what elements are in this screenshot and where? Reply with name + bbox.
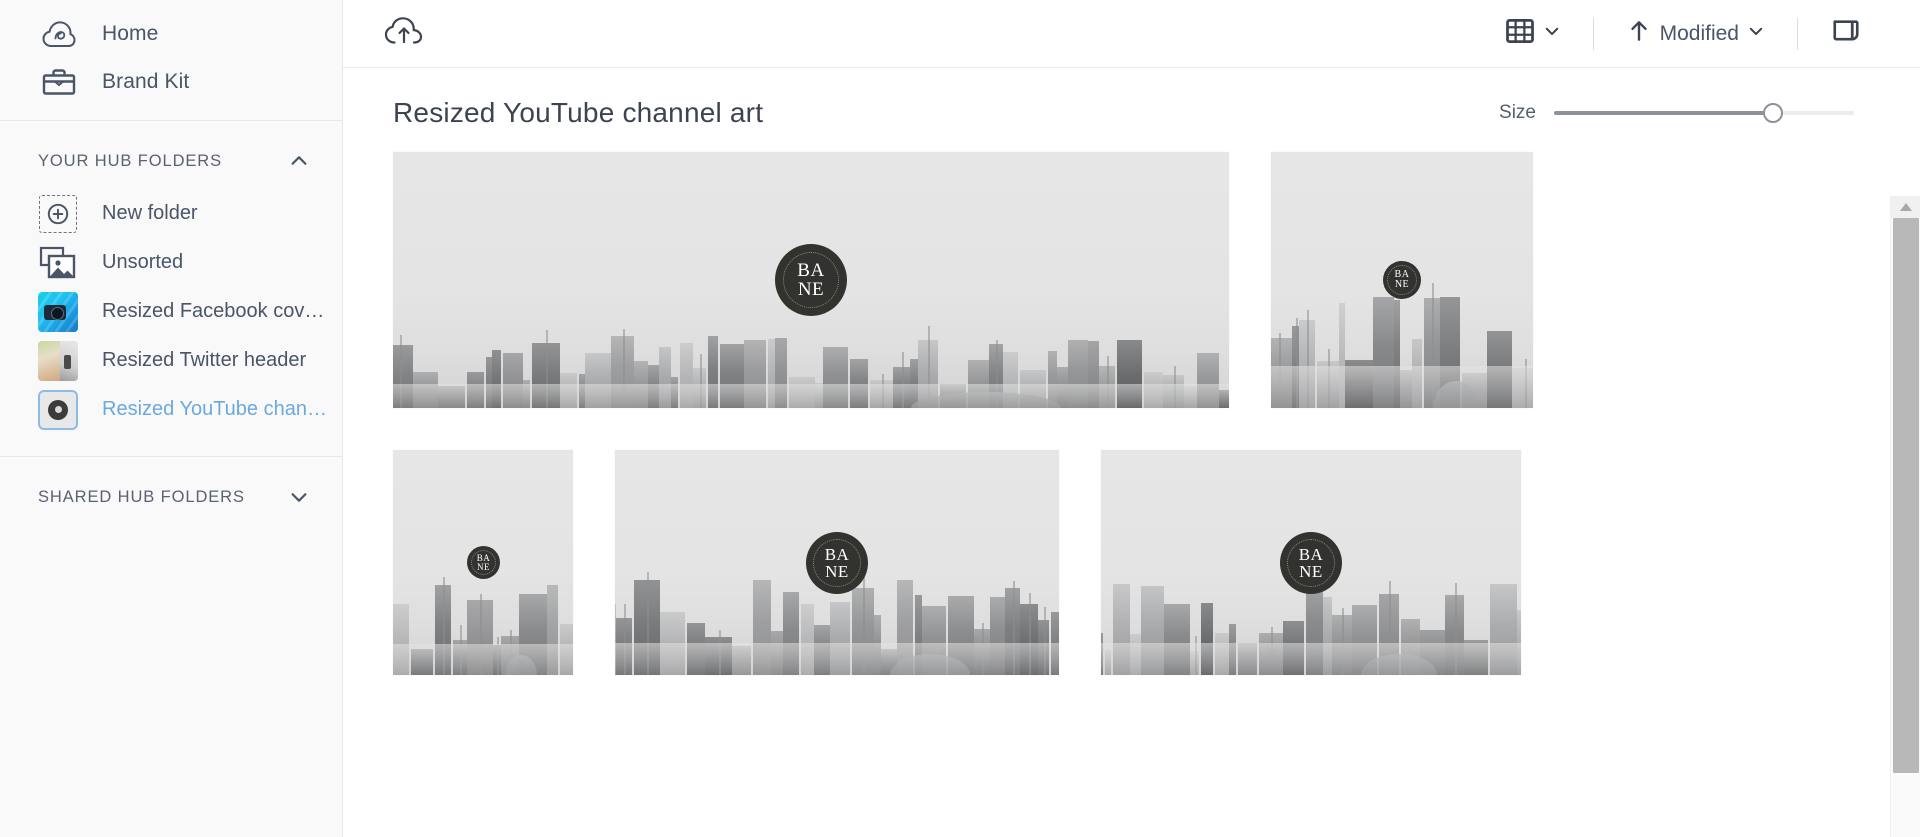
arrow-up-icon[interactable]: [1626, 16, 1652, 51]
bane-logo: BA NE: [1280, 532, 1342, 594]
size-slider[interactable]: [1554, 103, 1854, 123]
sort-label: Modified: [1659, 21, 1739, 45]
folder-list: New folder Unsorted Resized Facebook cov…: [0, 179, 342, 434]
logo-line-2: NE: [1299, 562, 1323, 581]
folder-label: Resized YouTube channel art: [102, 398, 332, 420]
chevron-down-icon: [1543, 22, 1561, 45]
folder-thumbnail-facebook: [38, 291, 78, 332]
sidebar-item-home[interactable]: Home: [0, 10, 342, 58]
details-panel-button[interactable]: [1824, 12, 1868, 55]
photo-skyline: [1101, 580, 1521, 675]
chevron-down-icon: [1747, 22, 1765, 45]
logo-line-1: BA: [1298, 545, 1324, 564]
scrollbar-thumb[interactable]: [1893, 218, 1919, 773]
size-control: Size: [1499, 102, 1868, 124]
asset-card[interactable]: BA NE: [615, 450, 1059, 675]
sidebar: Home Brand Kit YOUR HUB FOLDERS New fold…: [0, 0, 343, 837]
page-title: Resized YouTube channel art: [393, 97, 764, 128]
asset-card[interactable]: BA NE: [393, 450, 573, 675]
your-hub-folders-section: YOUR HUB FOLDERS New folder Unsorted Res…: [0, 121, 342, 457]
bane-logo: BA NE: [467, 546, 500, 579]
sidebar-item-brand-kit[interactable]: Brand Kit: [0, 58, 342, 106]
content-header: Resized YouTube channel art Size: [343, 80, 1920, 146]
scroll-up-arrow-icon[interactable]: [1891, 196, 1920, 218]
sort-button[interactable]: Modified: [1620, 12, 1771, 55]
sidebar-item-resized-youtube-channel-art[interactable]: Resized YouTube channel art: [0, 385, 342, 434]
bane-logo: BA NE: [1383, 261, 1421, 299]
logo-line-2: NE: [797, 279, 825, 300]
sidebar-item-label: Home: [102, 22, 159, 45]
main-area: Modified Resized YouTube channel art Siz…: [343, 0, 1920, 837]
photo-skyline: [1271, 283, 1533, 408]
vertical-scrollbar[interactable]: [1890, 196, 1920, 837]
slider-knob[interactable]: [1763, 103, 1783, 123]
bane-logo: BA NE: [806, 532, 868, 594]
images-icon: [38, 243, 78, 283]
photo-skyline: [615, 572, 1059, 675]
toolbar-divider: [1592, 17, 1594, 50]
view-mode-button[interactable]: [1499, 12, 1567, 55]
asset-grid-row: BA NE BA NE BA NE: [393, 450, 1920, 675]
home-cloud-icon: [40, 15, 78, 53]
toolbar-right: Modified: [1499, 12, 1868, 55]
content-area: Resized YouTube channel art Size BA NE BA…: [343, 68, 1920, 837]
size-label: Size: [1499, 102, 1536, 123]
folder-thumbnail-youtube: [38, 389, 78, 430]
photo-skyline: [393, 577, 573, 675]
your-hub-folders-title: YOUR HUB FOLDERS: [38, 151, 223, 170]
photo-skyline: [393, 326, 1229, 408]
shared-hub-folders-section: SHARED HUB FOLDERS: [0, 457, 342, 515]
asset-card[interactable]: BA NE: [1101, 450, 1521, 675]
upload-button[interactable]: [377, 9, 431, 58]
slider-fill: [1554, 111, 1773, 115]
sidebar-item-label: Brand Kit: [102, 70, 190, 93]
folder-label: Resized Twitter header: [102, 349, 307, 371]
sidebar-primary-nav: Home Brand Kit: [0, 0, 342, 121]
cloud-upload-icon: [383, 13, 425, 54]
asset-card[interactable]: BA NE: [1271, 152, 1533, 408]
chevron-down-icon[interactable]: [288, 486, 310, 508]
toolbar-divider: [1797, 17, 1798, 50]
details-panel-icon: [1830, 16, 1862, 51]
folder-label: Resized Facebook cover ph...: [102, 300, 332, 322]
logo-line-2: NE: [477, 561, 490, 572]
sidebar-item-unsorted[interactable]: Unsorted: [0, 238, 342, 287]
toolbar: Modified: [343, 0, 1920, 68]
sidebar-item-new-folder[interactable]: New folder: [0, 189, 342, 238]
sidebar-item-resized-facebook-cover[interactable]: Resized Facebook cover ph...: [0, 287, 342, 336]
asset-card[interactable]: BA NE: [393, 152, 1229, 408]
grid-view-icon: [1505, 16, 1535, 51]
logo-line-1: BA: [824, 545, 850, 564]
app-root: Home Brand Kit YOUR HUB FOLDERS New fold…: [0, 0, 1920, 837]
logo-line-2: NE: [825, 562, 849, 581]
add-folder-icon: [38, 194, 78, 234]
folder-label: New folder: [102, 202, 198, 224]
sidebar-item-resized-twitter-header[interactable]: Resized Twitter header: [0, 336, 342, 385]
asset-grid: BA NE BA NE BA NE BA NE BA NE: [343, 146, 1920, 675]
shared-hub-folders-header[interactable]: SHARED HUB FOLDERS: [0, 479, 342, 515]
briefcase-icon: [40, 63, 78, 101]
folder-thumbnail-twitter: [38, 340, 78, 381]
logo-line-2: NE: [1394, 279, 1410, 290]
bane-logo: BA NE: [775, 244, 847, 316]
shared-hub-folders-title: SHARED HUB FOLDERS: [38, 487, 245, 506]
asset-grid-row: BA NE BA NE: [393, 152, 1920, 408]
folder-label: Unsorted: [102, 251, 184, 273]
your-hub-folders-header[interactable]: YOUR HUB FOLDERS: [0, 143, 342, 179]
logo-line-1: BA: [797, 260, 825, 281]
chevron-up-icon[interactable]: [288, 150, 310, 172]
